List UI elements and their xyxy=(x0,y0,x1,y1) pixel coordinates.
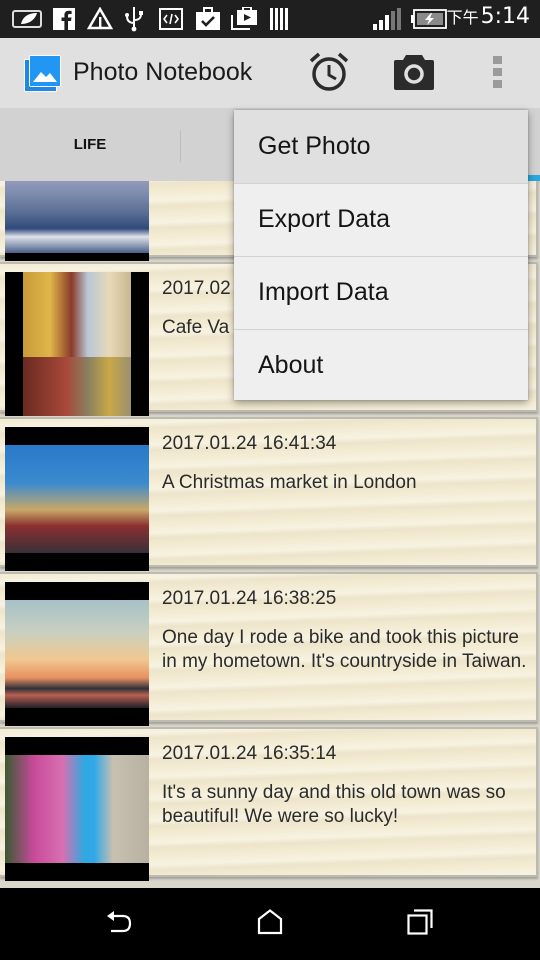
menu-item-export-data[interactable]: Export Data xyxy=(234,183,528,256)
status-clock: 下午5:14 xyxy=(447,4,530,29)
menu-item-about[interactable]: About xyxy=(234,329,528,402)
back-icon xyxy=(106,909,134,939)
warning-icon xyxy=(86,6,114,32)
entry-photo-seaside xyxy=(5,181,149,261)
app-logo-icon xyxy=(24,55,61,92)
alarm-clock-icon xyxy=(308,51,350,97)
entry-card[interactable]: 2017.01.24 16:35:14 It's a sunny day and… xyxy=(0,727,538,881)
battery-charging-icon xyxy=(410,6,448,32)
media-player-icon xyxy=(229,6,259,32)
alarm-button[interactable] xyxy=(307,52,351,96)
task-done-icon xyxy=(194,6,222,32)
battery-saver-icon xyxy=(10,6,44,32)
back-button[interactable] xyxy=(90,902,150,946)
camera-button[interactable] xyxy=(392,52,436,96)
entry-card[interactable]: 2017.01.24 16:38:25 One day I rode a bik… xyxy=(0,572,538,726)
entry-date: 2017.01.24 16:38:25 xyxy=(162,588,337,609)
overflow-menu: Get Photo Export Data Import Data About xyxy=(234,110,528,400)
home-icon xyxy=(257,909,283,939)
developer-icon xyxy=(158,6,184,32)
overflow-menu-button[interactable] xyxy=(476,52,520,96)
tab-life[interactable]: LIFE xyxy=(0,108,180,181)
navigation-bar xyxy=(0,888,540,960)
entry-photo-cafe xyxy=(5,272,149,416)
entry-photo-old-town xyxy=(5,737,149,881)
entry-photo-sunset xyxy=(5,582,149,726)
recents-button[interactable] xyxy=(390,902,450,946)
entry-date: 2017.01.24 16:35:14 xyxy=(162,743,337,764)
more-vert-icon xyxy=(492,56,504,92)
entry-card[interactable]: 2017.01.24 16:41:34 A Christmas market i… xyxy=(0,417,538,571)
action-bar: Photo Notebook xyxy=(0,38,540,108)
entry-text: It's a sunny day and this old town was s… xyxy=(162,782,506,827)
status-bar: 下午5:14 xyxy=(0,0,540,38)
menu-item-import-data[interactable]: Import Data xyxy=(234,256,528,329)
entry-photo-christmas-market xyxy=(5,427,149,571)
entry-date: 2017.02 xyxy=(162,278,231,299)
status-time: 5:14 xyxy=(480,4,530,29)
entry-text: A Christmas market in London xyxy=(162,472,417,493)
recents-icon xyxy=(407,909,433,939)
facebook-icon xyxy=(52,6,76,32)
menu-item-get-photo[interactable]: Get Photo xyxy=(234,110,528,183)
barcode-icon xyxy=(268,6,292,32)
app-title: Photo Notebook xyxy=(73,58,253,86)
camera-icon xyxy=(393,53,435,95)
entry-date: 2017.01.24 16:41:34 xyxy=(162,433,337,454)
status-ampm: 下午 xyxy=(446,8,479,27)
usb-icon xyxy=(122,6,146,32)
signal-icon xyxy=(372,6,402,32)
home-button[interactable] xyxy=(240,902,300,946)
entry-text: One day I rode a bike and took this pict… xyxy=(162,627,527,672)
